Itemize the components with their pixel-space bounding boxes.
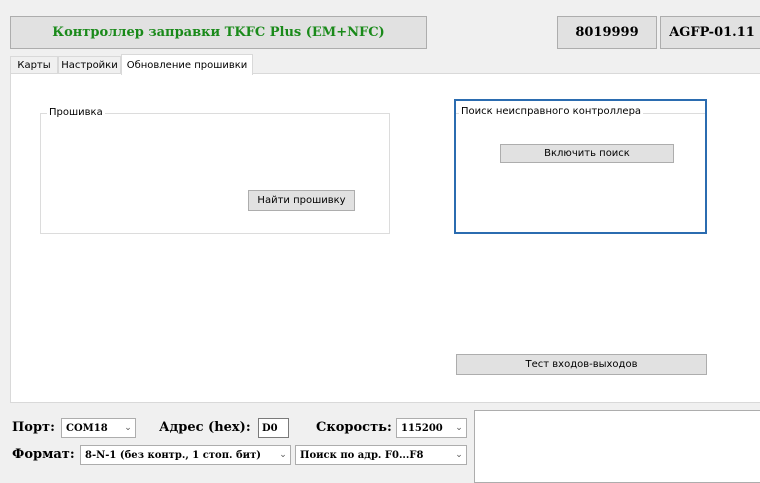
tab-settings[interactable]: Настройки <box>58 56 121 74</box>
chevron-down-icon: ⌄ <box>124 423 132 433</box>
chevron-down-icon: ⌄ <box>455 450 463 460</box>
serial-button[interactable]: 8019999 <box>557 16 657 49</box>
firmware-group-title: Прошивка <box>47 107 105 119</box>
version-button[interactable]: AGFP-01.11 <box>660 16 760 49</box>
chevron-down-icon: ⌄ <box>279 450 287 460</box>
speed-label: Скорость: <box>316 419 392 435</box>
format-label: Формат: <box>12 446 75 462</box>
io-test-button-label: Тест входов-выходов <box>525 359 638 370</box>
format-select-value: 8-N-1 (без контр., 1 стоп. бит) <box>85 449 262 461</box>
tab-firmware-update-label: Обновление прошивки <box>126 59 248 71</box>
title-button-label: Контроллер заправки TKFC Plus (EM+NFC) <box>52 25 385 40</box>
port-select[interactable]: COM18 ⌄ <box>61 418 136 438</box>
tab-firmware-update[interactable]: Обновление прошивки <box>121 54 253 75</box>
port-label: Порт: <box>12 419 55 435</box>
format-select[interactable]: 8-N-1 (без контр., 1 стоп. бит) ⌄ <box>80 445 291 465</box>
speed-select[interactable]: 115200 ⌄ <box>396 418 467 438</box>
title-button[interactable]: Контроллер заправки TKFC Plus (EM+NFC) <box>10 16 427 49</box>
speed-select-value: 115200 <box>401 422 443 434</box>
address-label: Адрес (hex): <box>159 419 251 435</box>
search-group <box>454 99 707 234</box>
io-test-button[interactable]: Тест входов-выходов <box>456 354 707 375</box>
tab-cards[interactable]: Карты <box>10 56 58 74</box>
port-select-value: COM18 <box>66 422 108 434</box>
serial-button-label: 8019999 <box>575 25 639 40</box>
address-input[interactable]: D0 <box>258 418 289 438</box>
chevron-down-icon: ⌄ <box>455 423 463 433</box>
search-address-select-value: Поиск по адр. F0...F8 <box>300 449 424 461</box>
firmware-group: Прошивка <box>40 107 390 234</box>
search-group-title: Поиск неисправного контроллера <box>459 106 644 118</box>
log-textbox[interactable] <box>474 410 760 483</box>
enable-search-button-label: Включить поиск <box>544 148 630 159</box>
address-input-value: D0 <box>262 422 278 434</box>
enable-search-button[interactable]: Включить поиск <box>500 144 674 163</box>
tab-cards-label: Карты <box>17 60 51 71</box>
tab-settings-label: Настройки <box>61 60 118 71</box>
find-firmware-button[interactable]: Найти прошивку <box>248 190 355 211</box>
search-address-select[interactable]: Поиск по адр. F0...F8 ⌄ <box>295 445 467 465</box>
version-button-label: AGFP-01.11 <box>669 25 755 40</box>
find-firmware-button-label: Найти прошивку <box>257 195 346 206</box>
